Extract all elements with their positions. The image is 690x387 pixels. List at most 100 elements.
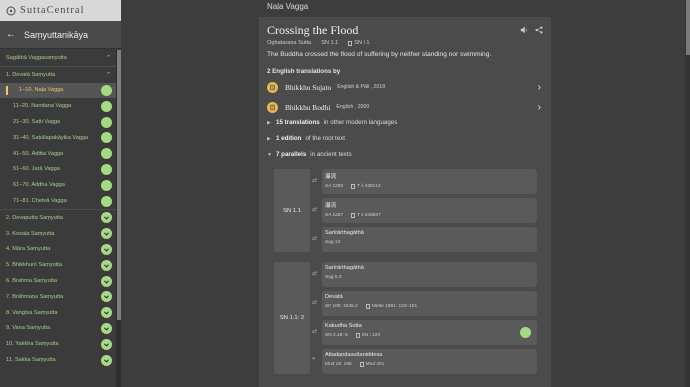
nav-header[interactable]: ← Saṃyuttanikāya: [0, 21, 121, 49]
parallel-card[interactable]: Sarīrārthagāthā Sag 5.3: [322, 262, 537, 287]
translator-icon: [267, 81, 278, 93]
parallel-title: Sarīrārthagāthā: [325, 230, 364, 236]
progress-dot-icon[interactable]: [101, 116, 112, 128]
sidebar-item[interactable]: 51–60. Jarā Vagga: [0, 162, 116, 178]
parallel-ref: T ii 438c12: [351, 184, 381, 189]
progress-dot-icon[interactable]: [101, 179, 112, 191]
document-icon: [348, 40, 353, 46]
sidebar-item[interactable]: Sagāthā Vaggasaṃyutta ⌃: [0, 50, 116, 66]
main-scroll-thumb[interactable]: [686, 0, 690, 55]
sidebar-item[interactable]: 31–40. Satullapakāyika Vagga: [0, 130, 116, 146]
chevron-up-icon[interactable]: ⌃: [103, 71, 114, 79]
site-logo[interactable]: SuttaCentral: [0, 0, 121, 21]
pts-ref: SN i 1: [348, 40, 370, 46]
parallel-refs: Sag 13: [325, 240, 537, 245]
sidebar-item-label: 3. Kosala Saṃyutta: [6, 230, 55, 237]
sidebar-item-label: 1. Devatā Saṃyutta: [6, 71, 56, 78]
progress-dot-icon[interactable]: [101, 163, 112, 175]
parallel-source[interactable]: SN 1.1: 2: [274, 262, 310, 374]
other-languages-toggle[interactable]: ▶ 15 translations in other modern langua…: [267, 119, 397, 126]
sidebar-item[interactable]: 3. Kosala Saṃyutta: [0, 226, 116, 242]
translation-info: English & Pāli , 2018: [337, 84, 386, 90]
translation-link-bodhi[interactable]: Bhikkhu Bodhi English , 2000 ›: [267, 98, 541, 116]
sidebar-item[interactable]: 61–70. Addha Vagga: [0, 177, 116, 193]
sutta-title[interactable]: Crossing the Flood: [267, 23, 358, 38]
parallel-ref: Mnd 401: [359, 362, 384, 367]
main-scrollbar[interactable]: [685, 0, 690, 387]
translator-name: Bhikkhu Sujato: [285, 82, 332, 92]
triangle-right-icon: ▶: [267, 119, 271, 126]
sidebar-item[interactable]: 41–50. Āditta Vagga: [0, 146, 116, 162]
progress-dot-icon[interactable]: [101, 148, 112, 160]
parallel-id: SF 105: 1545.2: [325, 304, 358, 309]
sidebar-item[interactable]: 2. Devaputta Saṃyutta: [0, 210, 116, 226]
sidebar-item-label: 41–50. Āditta Vagga: [13, 150, 64, 157]
expand-chevron-icon[interactable]: [101, 322, 112, 334]
parallel-id: Mnd 15: 165: [325, 362, 352, 367]
sidebar-item[interactable]: 9. Vana Saṃyutta: [0, 321, 116, 337]
sutta-meta: Oghataraṇa Sutta SN 1.1 SN i 1: [267, 40, 370, 46]
document-icon: [359, 362, 364, 367]
sidebar-item-label: 6. Brahma Saṃyutta: [6, 278, 57, 285]
expand-chevron-icon[interactable]: [101, 338, 112, 350]
document-icon: [365, 304, 370, 309]
resembling-arrows-icon: ⇄: [312, 271, 318, 277]
parallel-card[interactable]: Kakudha Sutta SN 2.18: 6 SN i 123: [322, 320, 537, 345]
sidebar-item[interactable]: 11–20. Nandana Vagga: [0, 98, 116, 114]
parallel-ref: T ii 348b07: [351, 213, 381, 218]
sidebar-item[interactable]: 11. Sakka Saṃyutta: [0, 352, 116, 368]
progress-dot-icon[interactable]: [101, 84, 112, 96]
expand-chevron-icon[interactable]: [101, 259, 112, 271]
sidebar-item-label: Sagāthā Vaggasaṃyutta: [6, 54, 67, 61]
translation-link-sujato[interactable]: Bhikkhu Sujato English & Pāli , 2018 ›: [267, 78, 541, 96]
translator-icon: [267, 101, 278, 113]
sutta-id: SN 1.1: [321, 40, 339, 46]
sidebar-item[interactable]: 1–10. Naḷa Vagga: [0, 82, 116, 99]
root-text-toggle[interactable]: ▶ 1 edition of the root text: [267, 135, 345, 142]
chevron-up-icon[interactable]: ⌃: [103, 54, 114, 62]
progress-dot-icon[interactable]: [520, 327, 531, 338]
expand-chevron-icon[interactable]: [101, 228, 112, 240]
speaker-icon[interactable]: [520, 26, 528, 34]
sidebar-item[interactable]: 7. Brāhmaṇa Saṃyutta: [0, 289, 116, 305]
parallel-card[interactable]: Devatā SF 105: 1545.2 Mette 1981: 133–151: [322, 291, 537, 316]
sidebar-item[interactable]: 8. Vaṅgīsa Saṃyutta: [0, 305, 116, 321]
parallel-card[interactable]: 瀑流 SA 1267 T ii 348b07: [322, 198, 537, 223]
parallel-card[interactable]: Sarīrārthagāthā Sag 13: [322, 227, 537, 252]
parallels-toggle[interactable]: ▼ 7 parallels in ancient texts: [267, 151, 352, 158]
sidebar-item[interactable]: 21–30. Satti Vagga: [0, 114, 116, 130]
site-name: SuttaCentral: [20, 5, 85, 16]
progress-dot-icon[interactable]: [101, 100, 112, 112]
parallel-title: 瀑流: [325, 203, 337, 209]
expand-chevron-icon[interactable]: [101, 243, 112, 255]
progress-dot-icon[interactable]: [101, 132, 112, 144]
parallel-card[interactable]: Attadaṇḍasuttaniddesa Mnd 15: 165 Mnd 401: [322, 349, 537, 374]
sidebar-scroll-thumb[interactable]: [117, 50, 121, 320]
sidebar-item-label: 11–20. Nandana Vagga: [13, 103, 72, 110]
parallel-refs: Sag 5.3: [325, 275, 537, 280]
chevron-right-icon: ›: [537, 81, 541, 93]
parallel-source[interactable]: SN 1.1: [274, 169, 310, 252]
expand-chevron-icon[interactable]: [101, 354, 112, 366]
sidebar-item[interactable]: 4. Māra Saṃyutta: [0, 242, 116, 258]
progress-dot-icon[interactable]: [101, 195, 112, 207]
sidebar-item[interactable]: 5. Bhikkhunī Saṃyutta: [0, 257, 116, 273]
document-icon: [351, 213, 356, 218]
expand-chevron-icon[interactable]: [101, 307, 112, 319]
parallel-id: Sag 5.3: [325, 275, 342, 280]
back-arrow-icon[interactable]: ←: [6, 29, 16, 40]
expand-chevron-icon[interactable]: [101, 212, 112, 224]
parallel-title: Devatā: [325, 294, 343, 300]
sidebar-item[interactable]: 6. Brahma Saṃyutta: [0, 273, 116, 289]
expand-chevron-icon[interactable]: [101, 275, 112, 287]
expand-chevron-icon[interactable]: [101, 291, 112, 303]
share-icon[interactable]: [535, 26, 543, 34]
sidebar-item[interactable]: 71–81. Chetvā Vagga: [0, 193, 116, 209]
sidebar-item[interactable]: 10. Yakkha Saṃyutta: [0, 336, 116, 352]
sidebar-item-label: 5. Bhikkhunī Saṃyutta: [6, 262, 62, 269]
sidebar-item-label: 7. Brāhmaṇa Saṃyutta: [6, 293, 64, 300]
pali-title: Oghataraṇa Sutta: [267, 40, 312, 46]
sidebar-item-label: 61–70. Addha Vagga: [13, 182, 65, 189]
parallel-card[interactable]: 瀑流 SA 1280 T ii 438c12: [322, 169, 537, 194]
sidebar-item[interactable]: 1. Devatā Saṃyutta ⌃: [0, 67, 116, 83]
